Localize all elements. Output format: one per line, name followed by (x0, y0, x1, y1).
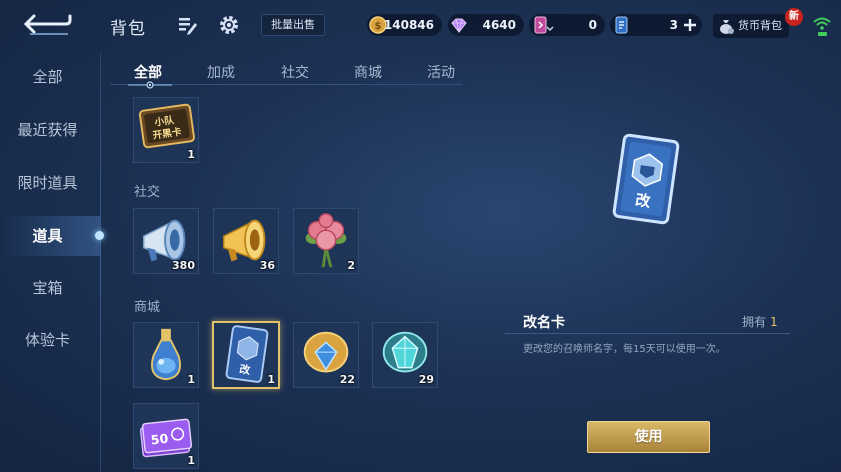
item-count: 1 (187, 454, 195, 467)
svg-text:$: $ (375, 21, 382, 32)
currency-value: 140846 (383, 18, 434, 32)
detail-divider (505, 333, 790, 334)
tab-event[interactable]: 活动 (427, 62, 455, 82)
currency-pink-card: 0 (529, 14, 605, 36)
currency-value: 0 (588, 18, 597, 32)
item-count: 22 (339, 373, 355, 386)
item-count: 29 (418, 373, 434, 386)
sidebar-item-props[interactable]: 道具 (0, 221, 95, 251)
svg-text:改: 改 (239, 363, 252, 377)
item-detail-description: 更改您的召唤师名字，每15天可以使用一次。 (523, 344, 726, 355)
sidebar-item-all[interactable]: 全部 (0, 62, 95, 92)
edit-list-icon[interactable] (176, 14, 198, 36)
tab-active-marker (128, 81, 172, 89)
bulk-sell-button[interactable]: 批量出售 (261, 14, 325, 36)
tab-social[interactable]: 社交 (281, 62, 309, 82)
plus-icon[interactable] (682, 17, 698, 33)
currency-bag-button[interactable]: 货币背包 (713, 14, 789, 38)
item-detail-name: 改名卡 (523, 315, 565, 331)
new-badge: 新 (785, 8, 803, 26)
item-rename-card[interactable]: 改 1 (212, 321, 280, 389)
blue-card-icon (615, 16, 628, 34)
item-count: 2 (347, 259, 355, 272)
owned-label: 拥有 (742, 315, 767, 329)
tab-all[interactable]: 全部 (134, 62, 162, 82)
item-count: 1 (187, 148, 195, 161)
tab-shop[interactable]: 商城 (354, 62, 382, 82)
rename-card-preview-icon: 改 (612, 133, 680, 225)
tab-boost[interactable]: 加成 (207, 62, 235, 82)
currency-blue-card: 3 (610, 14, 702, 36)
item-count: 1 (267, 373, 275, 386)
item-ticket-50[interactable]: 50 1 (133, 403, 199, 469)
owned-count: 1 (770, 315, 778, 329)
item-roses[interactable]: 2 (293, 208, 359, 274)
item-megaphone-gold[interactable]: 36 (213, 208, 279, 274)
svg-text:50: 50 (150, 431, 169, 448)
diamond-icon (451, 18, 467, 33)
item-count: 36 (259, 259, 275, 272)
item-potion[interactable]: 1 (133, 322, 199, 388)
currency-diamond: 4640 (448, 14, 524, 36)
money-bag-icon (720, 20, 734, 34)
currency-value: 3 (669, 18, 678, 32)
sidebar-divider (100, 52, 101, 472)
sidebar-active-dot (95, 231, 104, 240)
use-button[interactable]: 使用 (587, 421, 710, 453)
back-arrow-icon[interactable] (22, 10, 74, 38)
currency-value: 4640 (482, 18, 516, 32)
wifi-icon (813, 17, 831, 36)
currency-gold: $ 140846 (367, 14, 442, 36)
item-count: 380 (172, 259, 195, 272)
item-count: 1 (187, 373, 195, 386)
item-megaphone-blue[interactable]: 380 (133, 208, 199, 274)
item-team-card[interactable]: 小队 开黑卡 1 (133, 97, 199, 163)
section-label-social: 社交 (134, 185, 161, 200)
chevron-down-icon (546, 26, 554, 31)
gear-icon[interactable] (218, 14, 240, 36)
section-label-shop: 商城 (134, 300, 161, 315)
sidebar-item-chests[interactable]: 宝箱 (0, 273, 95, 303)
item-gold-gem[interactable]: 22 (293, 322, 359, 388)
sidebar-item-limited[interactable]: 限时道具 (0, 168, 95, 198)
item-detail-owned: 拥有 1 (742, 313, 778, 330)
currency-bag-label: 货币背包 (738, 19, 782, 32)
sidebar-item-trial-cards[interactable]: 体验卡 (0, 325, 95, 355)
top-bar: 背包 批量出售 $ 140846 4640 0 3 货币背包 新 (0, 0, 841, 52)
page-title: 背包 (110, 19, 146, 39)
sidebar-item-recent[interactable]: 最近获得 (0, 115, 95, 145)
item-teal-gem[interactable]: 29 (372, 322, 438, 388)
